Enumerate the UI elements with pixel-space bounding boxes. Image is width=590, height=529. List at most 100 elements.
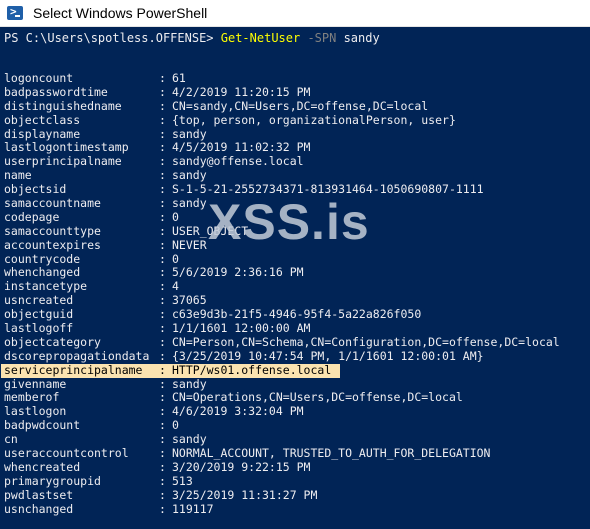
property-key: givenname: [4, 376, 67, 391]
property-key: userprincipalname: [4, 154, 122, 169]
property-key: displayname: [4, 126, 81, 141]
window-title: Select Windows PowerShell: [33, 5, 208, 21]
console-area[interactable]: PS C:\Users\spotless.OFFENSE> Get-NetUse…: [0, 28, 590, 529]
property-key: samaccountname: [4, 196, 101, 211]
property-value: {top, person, organizationalPerson, user…: [172, 112, 456, 127]
property-separator: :: [159, 126, 166, 141]
property-value: 37065: [172, 293, 207, 308]
property-value: sandy@offense.local: [172, 154, 304, 169]
property-key: useraccountcontrol: [4, 446, 129, 461]
property-separator: :: [159, 98, 166, 113]
title-bar[interactable]: > Select Windows PowerShell: [0, 0, 590, 27]
property-key: instancetype: [4, 279, 88, 294]
property-key: primarygroupid: [4, 473, 101, 488]
property-value: 4/5/2019 11:02:32 PM: [172, 140, 311, 155]
property-key: objectclass: [4, 112, 81, 127]
property-separator: :: [159, 196, 166, 211]
property-value: CN=Operations,CN=Users,DC=offense,DC=loc…: [172, 390, 463, 405]
property-separator: :: [159, 293, 166, 308]
property-value: 4: [172, 279, 179, 294]
property-separator: :: [159, 376, 166, 391]
property-value: sandy: [172, 168, 207, 183]
property-key: countrycode: [4, 251, 81, 266]
property-value: sandy: [172, 432, 207, 447]
property-separator: :: [159, 237, 166, 252]
property-key: usnchanged: [4, 501, 74, 516]
property-separator: :: [159, 459, 166, 474]
property-value: CN=sandy,CN=Users,DC=offense,DC=local: [172, 98, 429, 113]
property-value: CN=Person,CN=Schema,CN=Configuration,DC=…: [172, 334, 560, 349]
property-value: 3/25/2019 11:31:27 PM: [172, 487, 318, 502]
property-separator: :: [159, 265, 166, 280]
property-value: 5/6/2019 2:36:16 PM: [172, 265, 304, 280]
property-value: 4/6/2019 3:32:04 PM: [172, 404, 304, 419]
property-key: codepage: [4, 209, 60, 224]
property-key: objectguid: [4, 307, 74, 322]
property-value: USER_OBJECT: [172, 223, 249, 238]
property-separator: :: [159, 71, 166, 85]
property-value: 513: [172, 473, 193, 488]
command-line: PS C:\Users\spotless.OFFENSE> Get-NetUse…: [4, 31, 380, 45]
property-key: cn: [4, 432, 18, 447]
property-value: 0: [172, 209, 179, 224]
property-value: NORMAL_ACCOUNT, TRUSTED_TO_AUTH_FOR_DELE…: [172, 446, 491, 461]
property-key: lastlogoff: [4, 321, 74, 336]
property-key: pwdlastset: [4, 487, 74, 502]
property-separator: :: [159, 279, 166, 294]
property-key: lastlogon: [4, 404, 67, 419]
property-key: lastlogontimestamp: [4, 140, 129, 155]
property-separator: :: [159, 223, 166, 238]
property-key: objectsid: [4, 182, 67, 197]
property-key: dscorepropagationdata: [4, 348, 150, 363]
property-key: name: [4, 168, 32, 183]
property-value: 0: [172, 251, 179, 266]
property-separator: :: [159, 334, 166, 349]
property-separator: :: [159, 390, 166, 405]
property-separator: :: [159, 404, 166, 419]
property-separator: :: [159, 84, 166, 99]
property-key: whenchanged: [4, 265, 81, 280]
property-value: 1/1/1601 12:00:00 AM: [172, 321, 311, 336]
property-separator: :: [159, 182, 166, 197]
property-value: sandy: [172, 376, 207, 391]
property-separator: :: [159, 487, 166, 502]
property-key: objectcategory: [4, 334, 101, 349]
property-key: badpwdcount: [4, 418, 81, 433]
property-key: logoncount: [4, 71, 74, 85]
property-key: samaccounttype: [4, 223, 101, 238]
property-separator: :: [159, 154, 166, 169]
property-value: 0: [172, 418, 179, 433]
property-value: sandy: [172, 126, 207, 141]
property-key: serviceprincipalname: [4, 362, 143, 377]
prompt: PS C:\Users\spotless.OFFENSE>: [4, 31, 221, 45]
property-key: badpasswordtime: [4, 84, 108, 99]
command-name: Get-NetUser: [220, 31, 301, 45]
watermark: XSS.is: [208, 194, 370, 250]
property-value: c63e9d3b-21f5-4946-95f4-5a22a826f050: [172, 307, 422, 322]
command-parameter: -SPN: [300, 31, 337, 45]
property-separator: :: [159, 418, 166, 433]
powershell-icon[interactable]: >: [7, 6, 23, 20]
property-separator: :: [159, 251, 166, 266]
property-separator: :: [159, 321, 166, 336]
property-value: NEVER: [172, 237, 207, 252]
property-separator: :: [159, 140, 166, 155]
property-value: 119117: [172, 501, 214, 516]
property-key: usncreated: [4, 293, 74, 308]
property-key: whencreated: [4, 459, 81, 474]
property-value: 4/2/2019 11:20:15 PM: [172, 84, 311, 99]
property-separator: :: [159, 362, 166, 377]
property-separator: :: [159, 446, 166, 461]
property-key: distinguishedname: [4, 98, 122, 113]
property-separator: :: [159, 168, 166, 183]
property-key: memberof: [4, 390, 60, 405]
property-value: 61: [172, 71, 186, 85]
property-separator: :: [159, 432, 166, 447]
property-key: accountexpires: [4, 237, 101, 252]
property-separator: :: [159, 501, 166, 516]
property-separator: :: [159, 473, 166, 488]
property-value: S-1-5-21-2552734371-813931464-1050690807…: [172, 182, 484, 197]
property-separator: :: [159, 348, 166, 363]
property-separator: :: [159, 112, 166, 127]
command-argument: sandy: [336, 31, 380, 45]
